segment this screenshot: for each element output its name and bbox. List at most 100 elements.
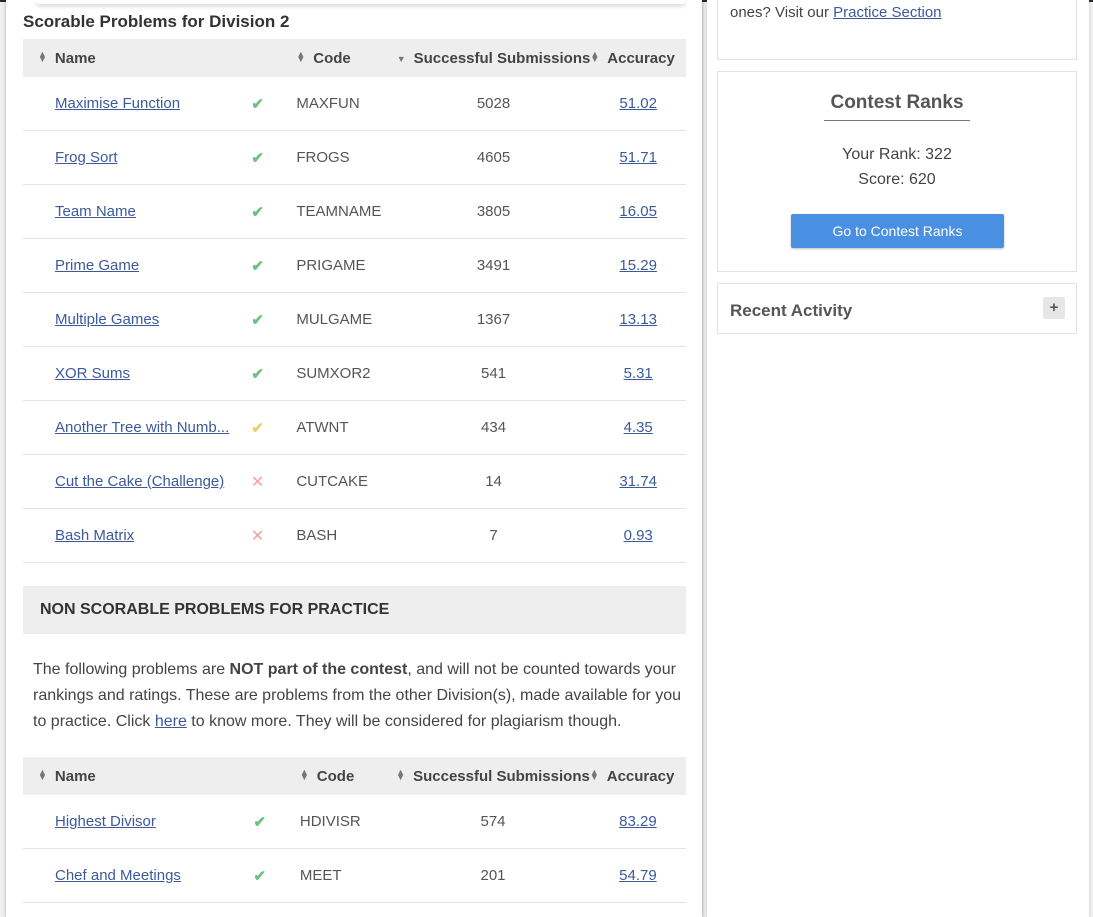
accuracy-link[interactable]: 5.31: [624, 365, 653, 382]
problem-name-link[interactable]: Multiple Games: [55, 311, 159, 328]
check-icon: ✔: [251, 203, 264, 221]
problem-name-cell: Another Tree with Numb...: [23, 400, 250, 455]
problem-name-cell: Multiple Games: [23, 292, 250, 347]
status-cell: ✕: [249, 454, 297, 509]
problem-name-link[interactable]: Maximise Function: [55, 95, 180, 112]
problem-name-link[interactable]: Cut the Cake (Challenge): [55, 473, 224, 490]
problem-name-cell: Maximise Function: [23, 77, 250, 131]
table-row: Chef and Meetings ✔ MEET 201 54.79: [23, 848, 686, 903]
successful-submissions: 434: [396, 400, 591, 455]
accuracy-cell: 16.05: [590, 184, 686, 239]
accuracy-link[interactable]: 51.02: [619, 95, 657, 112]
scorable-problems-table: ▲ ▼ Name ▲ ▼ Code ▼ Successful Submissions ▲ ▼…: [23, 39, 686, 563]
sort-both-icon: ▲ ▼: [38, 766, 47, 782]
table-header-row: ▲ ▼ Name ▲ ▼ Code ▲ ▼ Successful Submissions ▲…: [23, 757, 686, 795]
accuracy-column-header[interactable]: ▲ ▼ Accuracy: [590, 39, 686, 77]
accuracy-link[interactable]: 4.35: [624, 419, 653, 436]
check-icon: ✔: [253, 813, 267, 831]
accuracy-cell: 4.35: [590, 400, 686, 455]
table-header-row: ▲ ▼ Name ▲ ▼ Code ▼ Successful Submissions ▲ ▼…: [23, 39, 686, 77]
problem-code: FROGS: [296, 130, 397, 185]
problem-code: PRIGAME: [296, 238, 397, 293]
name-column-header[interactable]: ▲ ▼ Name: [23, 39, 250, 77]
accuracy-link[interactable]: 83.29: [619, 813, 657, 830]
successful-submissions: 3491: [396, 238, 591, 293]
accuracy-link[interactable]: 51.71: [619, 149, 657, 166]
table-row: Highest Divisor ✔ HDIVISR 574 83.29: [23, 795, 686, 849]
non-scorable-description: The following problems are NOT part of t…: [33, 661, 682, 730]
practice-section-link[interactable]: Practice Section: [833, 4, 941, 21]
sort-both-icon: ▲ ▼: [38, 48, 47, 64]
problem-name-link[interactable]: XOR Sums: [55, 365, 130, 382]
problem-name-cell: XOR Sums: [23, 346, 250, 401]
sort-both-icon: ▲ ▼: [590, 48, 600, 64]
code-column-header[interactable]: ▲ ▼ Code: [296, 39, 397, 77]
successful-submissions: 3805: [396, 184, 591, 239]
problem-code: SUMXOR2: [296, 346, 397, 401]
status-cell: ✕: [249, 508, 297, 563]
contest-ranks-card: Contest Ranks Your Rank: 322 Score: 620 …: [717, 71, 1077, 272]
successful-submissions: 5028: [396, 77, 591, 131]
accuracy-link[interactable]: 16.05: [619, 203, 657, 220]
check-icon: ✔: [251, 365, 264, 383]
accuracy-link[interactable]: 15.29: [619, 257, 657, 274]
cross-icon: ✕: [250, 527, 265, 545]
status-cell: ✔: [249, 400, 297, 455]
practice-card: ones? Visit our Practice Section: [717, 0, 1077, 60]
problem-code: MULGAME: [296, 292, 397, 347]
problem-name-cell: Bash Matrix: [23, 508, 250, 563]
status-cell: ✔: [249, 77, 297, 131]
table-row: Prime Game ✔ PRIGAME 3491 15.29: [23, 238, 686, 293]
header-shadow: [36, 0, 686, 4]
problem-code: MEET: [299, 848, 397, 903]
accuracy-column-header[interactable]: ▲ ▼ Accuracy: [589, 757, 686, 795]
status-cell: ✔: [251, 848, 300, 903]
submissions-column-header[interactable]: ▲ ▼ Successful Submissions: [396, 757, 590, 795]
accuracy-link[interactable]: 31.74: [619, 473, 657, 490]
problem-code: BASH: [296, 508, 397, 563]
table-row: Maximise Function ✔ MAXFUN 5028 51.02: [23, 77, 686, 131]
accuracy-link[interactable]: 0.93: [624, 527, 653, 544]
problems-panel: Scorable Problems for Division 2 ▲ ▼ Name …: [6, 0, 702, 917]
accuracy-cell: 51.71: [590, 130, 686, 185]
your-rank: Your Rank: 322: [842, 146, 952, 163]
name-column-header[interactable]: ▲ ▼ Name: [23, 757, 252, 795]
scorable-problems-body: Maximise Function ✔ MAXFUN 5028 51.02 Frog So…: [23, 77, 686, 563]
table-row: Frog Sort ✔ FROGS 4605 51.71: [23, 130, 686, 185]
go-to-contest-ranks-button[interactable]: Go to Contest Ranks: [791, 214, 1004, 248]
table-row: Another Tree with Numb... ✔ ATWNT 434 4.35: [23, 400, 686, 455]
problem-name-cell: Team Name: [23, 184, 250, 239]
submissions-column-header[interactable]: ▼ Successful Submissions: [396, 39, 591, 77]
problem-name-link[interactable]: Frog Sort: [55, 149, 118, 166]
problem-code: CUTCAKE: [296, 454, 397, 509]
accuracy-link[interactable]: 54.79: [619, 867, 657, 884]
successful-submissions: 201: [396, 848, 590, 903]
problem-name-link[interactable]: Team Name: [55, 203, 136, 220]
partial-check-icon: ✔: [251, 419, 264, 437]
problem-name-link[interactable]: Another Tree with Numb...: [55, 419, 229, 436]
successful-submissions: 7: [396, 508, 591, 563]
problem-name-link[interactable]: Chef and Meetings: [55, 867, 181, 884]
accuracy-cell: 51.02: [590, 77, 686, 131]
problem-name-cell: Highest Divisor: [23, 795, 252, 849]
sort-both-icon: ▲ ▼: [299, 766, 309, 782]
expand-plus-icon[interactable]: +: [1043, 297, 1065, 319]
successful-submissions: 4605: [396, 130, 591, 185]
here-link[interactable]: here: [155, 713, 187, 730]
sort-both-icon: ▲ ▼: [396, 766, 406, 782]
problem-name-cell: Prime Game: [23, 238, 250, 293]
status-cell: ✔: [249, 184, 297, 239]
code-column-header[interactable]: ▲ ▼ Code: [299, 757, 397, 795]
status-cell: ✔: [249, 346, 297, 401]
accuracy-link[interactable]: 13.13: [619, 311, 657, 328]
table-row: Multiple Games ✔ MULGAME 1367 13.13: [23, 292, 686, 347]
recent-activity-card[interactable]: Recent Activity +: [717, 283, 1077, 334]
status-cell: ✔: [251, 795, 300, 849]
problem-name-link[interactable]: Highest Divisor: [55, 813, 156, 830]
check-icon: ✔: [251, 149, 264, 167]
status-column-header: [251, 757, 300, 795]
successful-submissions: 1367: [396, 292, 591, 347]
problem-name-link[interactable]: Bash Matrix: [55, 527, 134, 544]
table-row: Cut the Cake (Challenge) ✕ CUTCAKE 14 31.74: [23, 454, 686, 509]
problem-name-link[interactable]: Prime Game: [55, 257, 139, 274]
